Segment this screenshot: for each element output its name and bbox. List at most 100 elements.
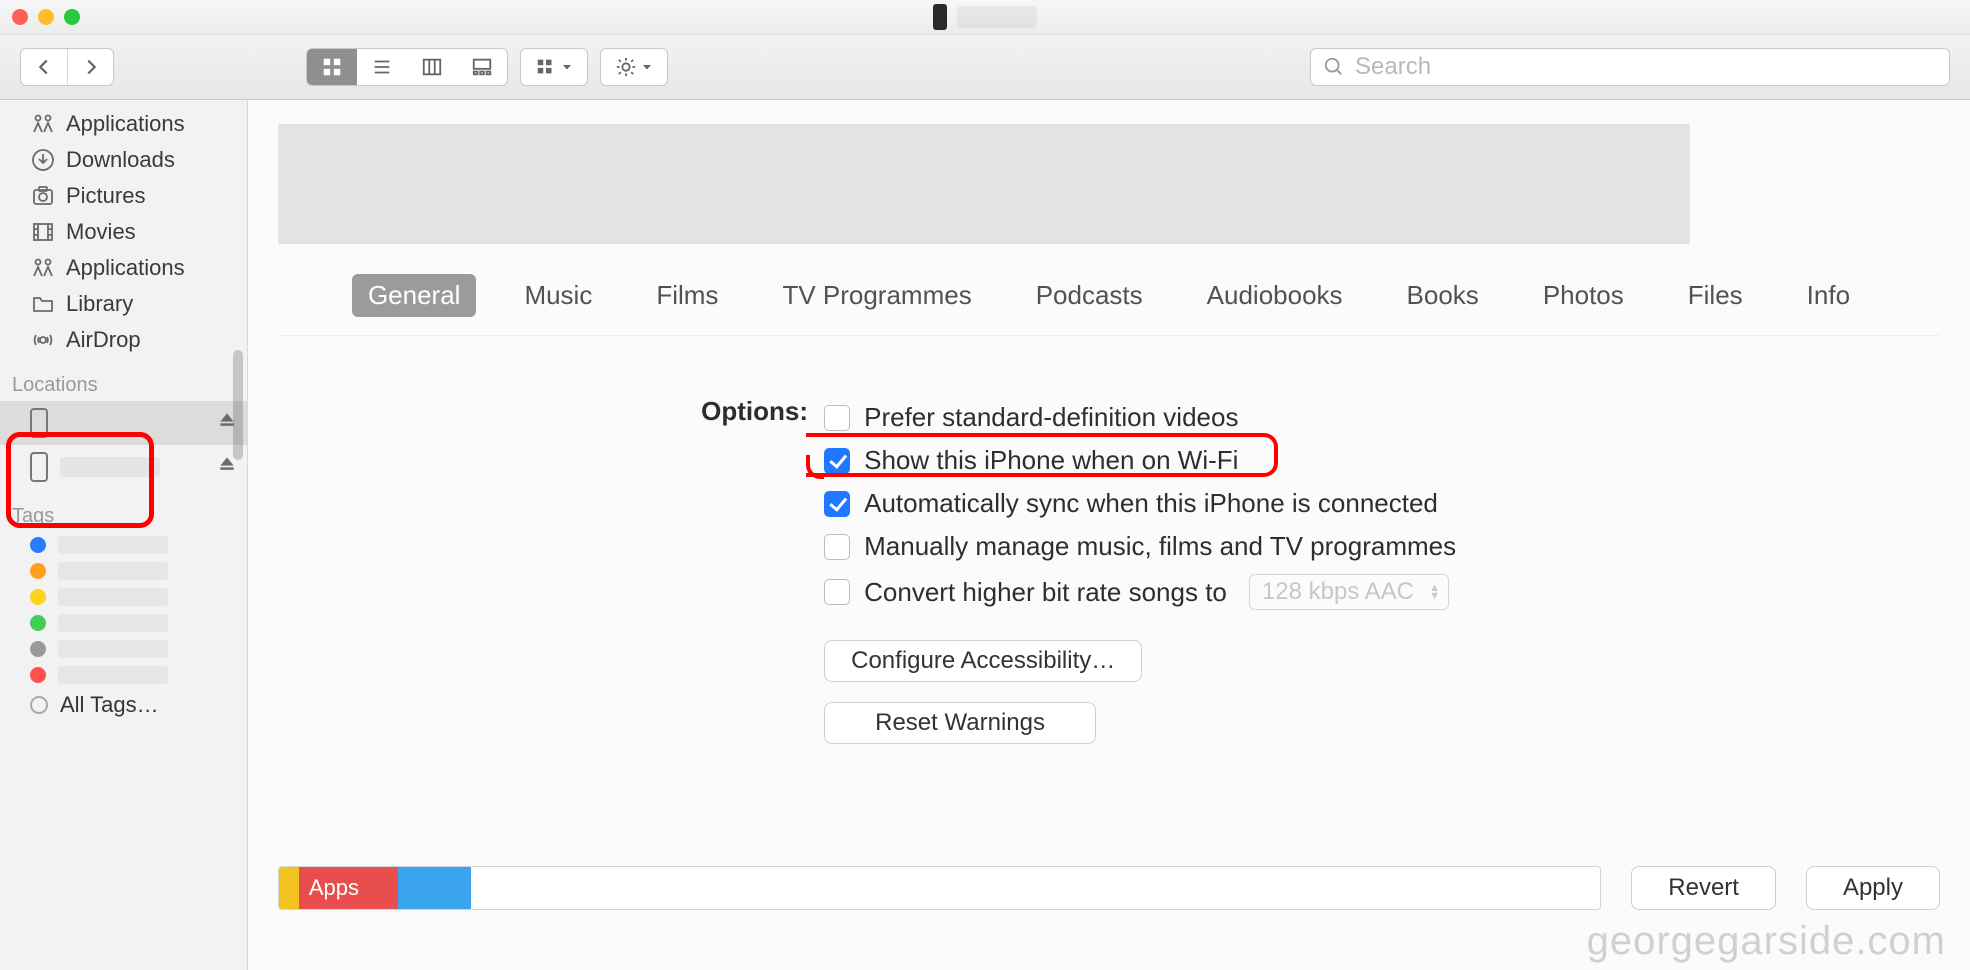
capacity-segment — [398, 867, 471, 909]
checkbox-label: Show this iPhone when on Wi-Fi — [864, 445, 1238, 476]
toolbar — [0, 35, 1970, 100]
sidebar-item-airdrop[interactable]: AirDrop — [0, 322, 247, 358]
sidebar-label: AirDrop — [66, 327, 141, 353]
checkbox-label: Manually manage music, films and TV prog… — [864, 531, 1456, 562]
bitrate-select[interactable]: 128 kbps AAC ▲▼ — [1249, 574, 1449, 610]
tab-films[interactable]: Films — [640, 274, 734, 317]
search-input[interactable] — [1355, 53, 1937, 81]
nav-back-forward — [20, 48, 114, 86]
applications-icon — [30, 255, 56, 281]
view-icon-grid[interactable] — [307, 49, 357, 85]
device-name-redacted — [60, 457, 160, 477]
options-label: Options: — [648, 396, 818, 427]
checkbox-prefer-sd[interactable] — [824, 405, 850, 431]
finder-window: Applications Downloads Pictures Movies A… — [0, 0, 1970, 970]
all-tags-icon — [30, 696, 48, 714]
tag-dot-icon — [30, 563, 46, 579]
tab-audiobooks[interactable]: Audiobooks — [1191, 274, 1359, 317]
sidebar-item-all-tags[interactable]: All Tags… — [0, 688, 247, 722]
watermark: georgegarside.com — [1587, 919, 1946, 964]
annotation-highlight — [806, 455, 824, 479]
checkbox-manual-manage[interactable] — [824, 534, 850, 560]
sidebar-item-applications[interactable]: Applications — [0, 106, 247, 142]
view-gallery[interactable] — [457, 49, 507, 85]
tab-music[interactable]: Music — [508, 274, 608, 317]
revert-button[interactable]: Revert — [1631, 866, 1776, 910]
bottom-bar: Apps Revert Apply — [278, 866, 1940, 910]
sidebar-label: Applications — [66, 111, 185, 137]
sidebar-device-2[interactable] — [0, 445, 247, 489]
tab-general[interactable]: General — [352, 274, 477, 317]
device-header-redacted — [278, 124, 1690, 244]
sidebar-scrollbar[interactable] — [233, 350, 243, 460]
options-section: Options: Prefer standard-definition vide… — [648, 396, 1970, 744]
capacity-apps-label: Apps — [309, 875, 359, 901]
iphone-icon — [30, 408, 48, 438]
search-icon — [1323, 56, 1345, 78]
tag-item[interactable] — [0, 558, 247, 584]
airdrop-icon — [30, 327, 56, 353]
stepper-icon: ▲▼ — [1429, 584, 1440, 600]
checkbox-show-on-wifi[interactable] — [824, 448, 850, 474]
sidebar-item-library[interactable]: Library — [0, 286, 247, 322]
tag-dot-icon — [30, 667, 46, 683]
close-window-button[interactable] — [12, 9, 28, 25]
device-tabs: General Music Films TV Programmes Podcas… — [278, 264, 1940, 336]
tab-books[interactable]: Books — [1391, 274, 1495, 317]
capacity-free — [471, 867, 1601, 909]
iphone-icon — [30, 452, 48, 482]
reset-warnings-button[interactable]: Reset Warnings — [824, 702, 1096, 744]
action-menu-button[interactable] — [600, 48, 668, 86]
sidebar-label: Applications — [66, 255, 185, 281]
tab-podcasts[interactable]: Podcasts — [1020, 274, 1159, 317]
tag-dot-icon — [30, 615, 46, 631]
tag-item[interactable] — [0, 584, 247, 610]
tag-item[interactable] — [0, 662, 247, 688]
movies-icon — [30, 219, 56, 245]
minimize-window-button[interactable] — [38, 9, 54, 25]
tag-item[interactable] — [0, 610, 247, 636]
tag-dot-icon — [30, 641, 46, 657]
checkbox-label: Automatically sync when this iPhone is c… — [864, 488, 1438, 519]
sidebar-item-movies[interactable]: Movies — [0, 214, 247, 250]
view-mode-segment — [306, 48, 508, 86]
checkbox-convert-bitrate[interactable] — [824, 579, 850, 605]
tag-label-redacted — [58, 562, 168, 580]
sidebar-item-downloads[interactable]: Downloads — [0, 142, 247, 178]
search-field[interactable] — [1310, 48, 1950, 86]
tag-label-redacted — [58, 536, 168, 554]
configure-accessibility-button[interactable]: Configure Accessibility… — [824, 640, 1142, 682]
tag-label-redacted — [58, 588, 168, 606]
back-button[interactable] — [21, 49, 67, 85]
folder-icon — [30, 291, 56, 317]
sidebar-item-pictures[interactable]: Pictures — [0, 178, 247, 214]
sidebar-item-applications-2[interactable]: Applications — [0, 250, 247, 286]
tab-photos[interactable]: Photos — [1527, 274, 1640, 317]
forward-button[interactable] — [67, 49, 113, 85]
view-columns[interactable] — [407, 49, 457, 85]
capacity-bar: Apps — [278, 866, 1601, 910]
zoom-window-button[interactable] — [64, 9, 80, 25]
checkbox-label: Prefer standard-definition videos — [864, 402, 1238, 433]
titlebar — [0, 0, 1970, 35]
device-icon — [933, 4, 947, 30]
tab-files[interactable]: Files — [1672, 274, 1759, 317]
checkbox-auto-sync[interactable] — [824, 491, 850, 517]
tag-item[interactable] — [0, 636, 247, 662]
applications-icon — [30, 111, 56, 137]
sidebar-label: Pictures — [66, 183, 145, 209]
sidebar: Applications Downloads Pictures Movies A… — [0, 100, 248, 970]
apply-button[interactable]: Apply — [1806, 866, 1940, 910]
tag-item[interactable] — [0, 532, 247, 558]
tag-dot-icon — [30, 537, 46, 553]
sidebar-device-1[interactable] — [0, 401, 247, 445]
tab-tv-programmes[interactable]: TV Programmes — [766, 274, 987, 317]
tab-info[interactable]: Info — [1791, 274, 1866, 317]
sidebar-header-locations: Locations — [0, 358, 247, 401]
sidebar-label: Movies — [66, 219, 136, 245]
view-list[interactable] — [357, 49, 407, 85]
sidebar-label: All Tags… — [60, 692, 159, 718]
tag-label-redacted — [58, 614, 168, 632]
group-by-button[interactable] — [520, 48, 588, 86]
tag-label-redacted — [58, 666, 168, 684]
